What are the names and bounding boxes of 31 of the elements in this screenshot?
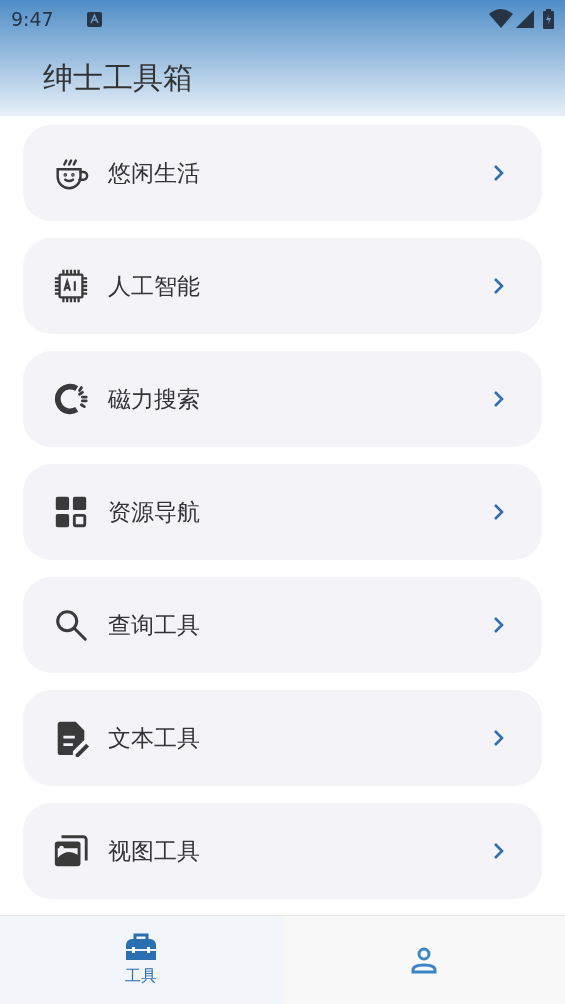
menu-item[interactable]: 人工智能 (23, 238, 542, 334)
menu-label: 查询工具 (108, 610, 201, 640)
battery-icon (543, 9, 554, 29)
chevron-right-icon (492, 616, 504, 634)
signal-icon (516, 10, 534, 28)
ai-chip-icon (52, 267, 90, 305)
person-icon (409, 946, 438, 974)
menu-label: 视图工具 (108, 836, 201, 866)
status-time: 9:47 (11, 6, 54, 32)
menu-label: 磁力搜索 (108, 384, 201, 414)
chevron-right-icon (492, 729, 504, 747)
keyboard-notification-icon (86, 11, 102, 27)
menu-item[interactable]: 磁力搜索 (23, 351, 542, 447)
menu-label: 悠闲生活 (108, 158, 201, 188)
wifi-icon (489, 9, 513, 29)
menu-label: 文本工具 (108, 723, 201, 753)
menu-item[interactable]: 查询工具 (23, 577, 542, 673)
menu-item[interactable]: 文本工具 (23, 690, 542, 786)
chevron-right-icon (492, 390, 504, 408)
menu-label: 资源导航 (108, 497, 201, 527)
toolbox-icon (124, 932, 159, 962)
menu-item[interactable]: 视图工具 (23, 803, 542, 899)
app-title: 绅士工具箱 (43, 58, 193, 97)
menu-item[interactable]: 悠闲生活 (23, 125, 542, 221)
nav-tab[interactable]: 工具 (0, 916, 283, 1004)
chevron-right-icon (492, 503, 504, 521)
menu-label: 人工智能 (108, 271, 201, 301)
chevron-right-icon (492, 842, 504, 860)
menu-item[interactable]: 资源导航 (23, 464, 542, 560)
chevron-right-icon (492, 277, 504, 295)
chevron-right-icon (492, 164, 504, 182)
